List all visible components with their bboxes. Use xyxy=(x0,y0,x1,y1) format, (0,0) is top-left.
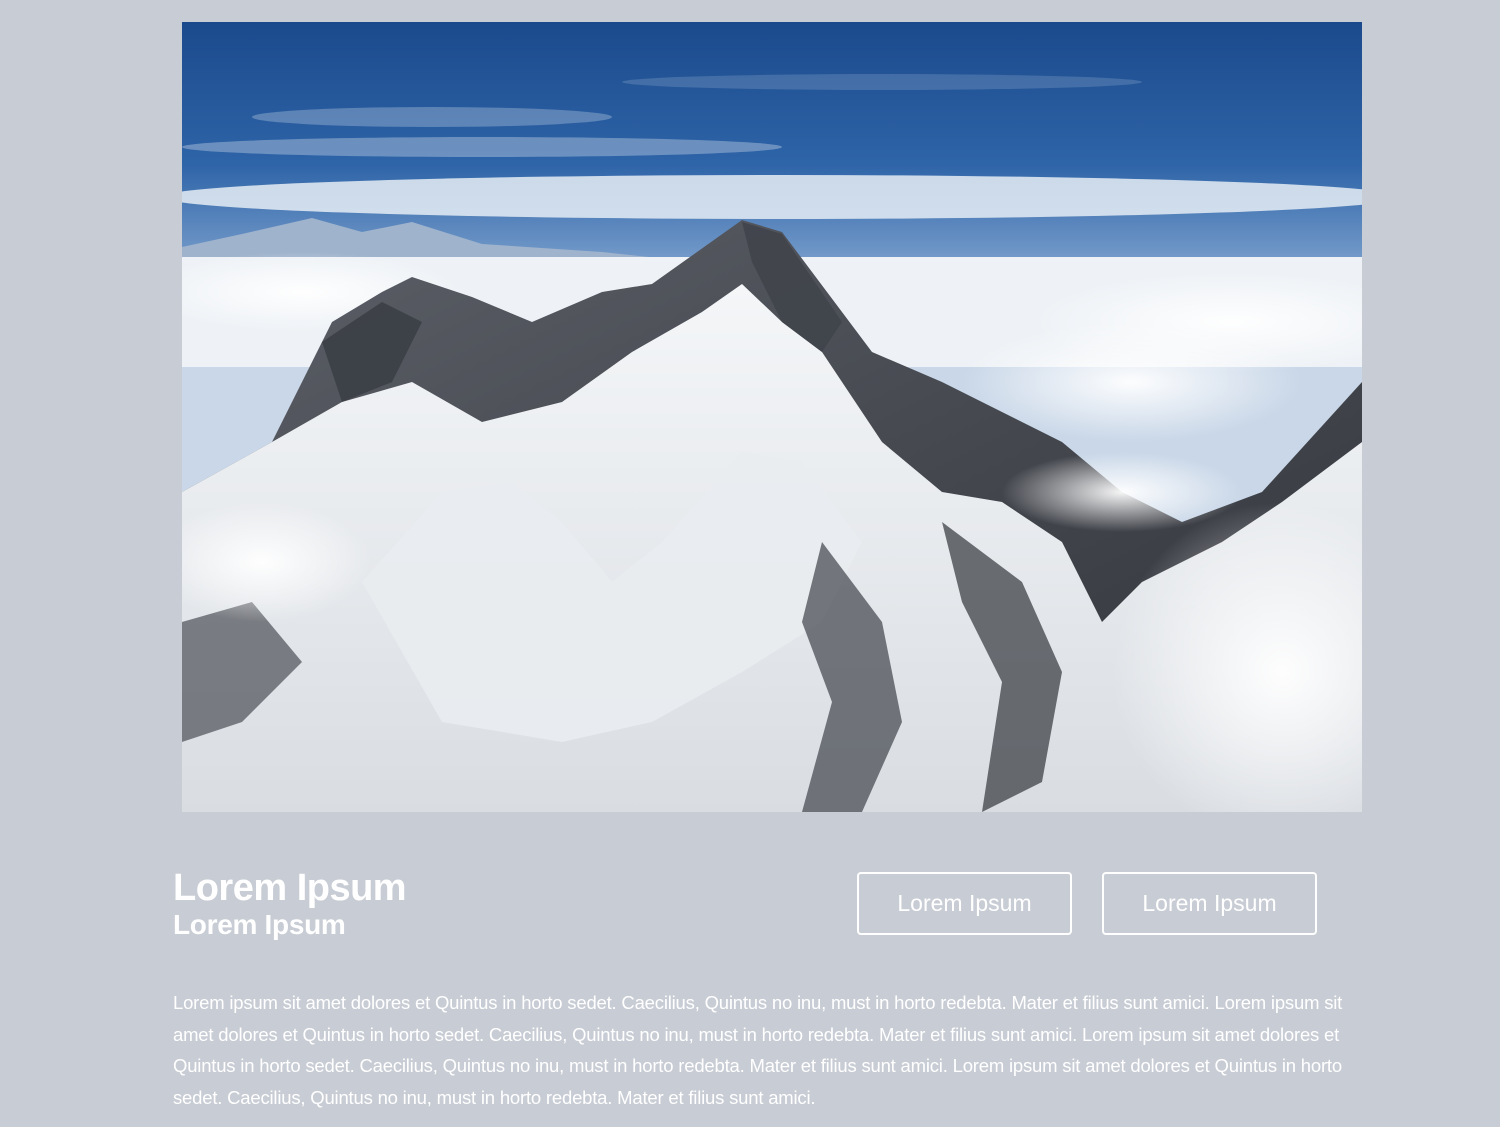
hero-image xyxy=(182,22,1362,812)
page-subtitle: Lorem Ipsum xyxy=(173,909,346,940)
body-paragraph: Lorem ipsum sit amet dolores et Quintus … xyxy=(173,992,1343,1108)
primary-action-button[interactable]: Lorem Ipsum xyxy=(857,872,1072,935)
secondary-action-button[interactable]: Lorem Ipsum xyxy=(1102,872,1317,935)
page-title: Lorem Ipsum xyxy=(173,867,407,909)
mountain-illustration xyxy=(182,22,1362,812)
